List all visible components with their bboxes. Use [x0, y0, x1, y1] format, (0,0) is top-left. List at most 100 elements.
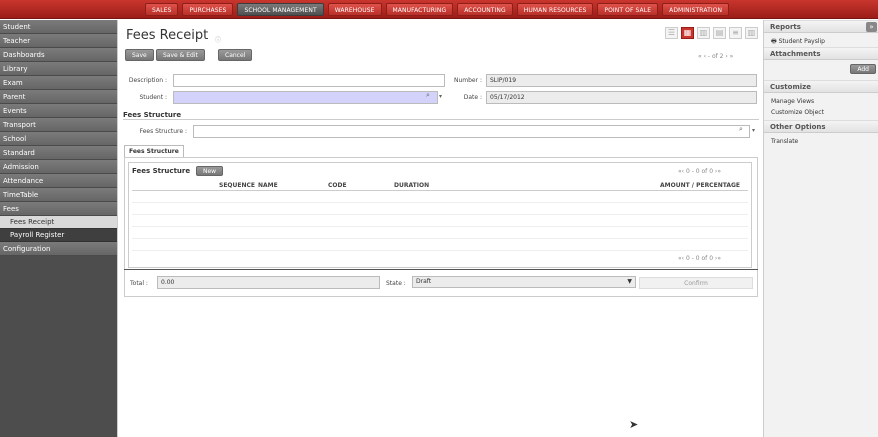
menu-human-resources[interactable]: HUMAN RESOURCES	[516, 3, 594, 16]
customize-object-link[interactable]: Customize Object	[764, 107, 878, 118]
sidebar-item-events[interactable]: Events	[0, 104, 117, 118]
description-input[interactable]	[173, 74, 445, 87]
column-amount-percentage[interactable]: AMOUNT / PERCENTAGE	[660, 182, 740, 189]
report-student-payslip-label: Student Payslip	[778, 38, 825, 45]
section-divider	[123, 119, 759, 120]
sidebar-item-student[interactable]: Student	[0, 20, 117, 34]
sidebar-item-timetable[interactable]: TimeTable	[0, 188, 117, 202]
student-label: Student :	[139, 94, 167, 101]
section-fees-structure: Fees Structure	[123, 111, 182, 119]
other-options-header: Other Options	[764, 120, 878, 133]
collapse-sidebar-icon[interactable]: »	[866, 22, 877, 32]
fees-grid	[128, 162, 752, 268]
sidebar-item-library[interactable]: Library	[0, 62, 117, 76]
reports-header: Reports	[764, 20, 878, 33]
attachments-body: Add	[764, 60, 878, 80]
sidebar-item-fees[interactable]: Fees	[0, 202, 117, 216]
student-search-icon[interactable]: ⌕	[426, 91, 430, 100]
column-code[interactable]: CODE	[328, 182, 347, 189]
title-info-icon[interactable]: ⓘ	[215, 35, 221, 44]
graph-view-icon[interactable]: ▥	[697, 27, 710, 39]
right-sidebar: » Reports 🖶 Student Payslip Attachments …	[763, 20, 878, 437]
form-view-icon[interactable]: ▦	[681, 27, 694, 39]
grid-pager-count: 0 - 0 of 0	[685, 168, 714, 175]
grid-row-line	[132, 214, 748, 215]
top-menu-bar: SALES PURCHASES SCHOOL MANAGEMENT WAREHO…	[0, 0, 878, 19]
new-line-button[interactable]: New	[196, 166, 224, 176]
sidebar-item-fees-receipt[interactable]: Fees Receipt	[0, 216, 117, 229]
list-view-icon[interactable]: ☰	[665, 27, 678, 39]
grid-row-line	[132, 250, 748, 251]
grid-title: Fees Structure	[132, 167, 191, 175]
record-pager[interactable]: « ‹ - of 2 › »	[698, 53, 733, 60]
grid-pager-bottom[interactable]: «‹ 0 - 0 of 0 ›»	[678, 255, 721, 262]
view-switcher: ☰ ▦ ▥ ▤ ≡ ▥	[665, 27, 758, 39]
printer-icon: 🖶	[771, 38, 777, 45]
column-sequence[interactable]: SEQUENCE	[219, 182, 255, 189]
top-menu: SALES PURCHASES SCHOOL MANAGEMENT WAREHO…	[145, 3, 730, 16]
report-student-payslip[interactable]: 🖶 Student Payslip	[764, 36, 878, 47]
mouse-cursor-icon: ➤	[629, 418, 639, 431]
kanban-view-icon[interactable]: ▥	[745, 27, 758, 39]
fees-structure-label: Fees Structure :	[139, 128, 187, 135]
sidebar-item-parent[interactable]: Parent	[0, 90, 117, 104]
total-field[interactable]: 0.00	[157, 276, 380, 289]
grid-header-divider	[132, 190, 748, 191]
sidebar: Student Teacher Dashboards Library Exam …	[0, 20, 117, 437]
total-label: Total :	[130, 280, 148, 287]
manage-views-link[interactable]: Manage Views	[764, 96, 878, 107]
confirm-button[interactable]: Confirm	[639, 277, 753, 289]
attachments-header: Attachments	[764, 47, 878, 60]
translate-link[interactable]: Translate	[764, 136, 878, 147]
gantt-view-icon[interactable]: ≡	[729, 27, 742, 39]
description-label: Description :	[128, 77, 167, 84]
grid-pager-bottom-count: 0 - 0 of 0	[685, 255, 714, 262]
grid-row-line	[132, 238, 748, 239]
student-input[interactable]	[173, 91, 438, 104]
state-label: State :	[386, 280, 406, 287]
state-dropdown-icon[interactable]: ▼	[627, 277, 632, 287]
menu-warehouse[interactable]: WAREHOUSE	[327, 3, 382, 16]
calendar-view-icon[interactable]: ▤	[713, 27, 726, 39]
sidebar-item-admission[interactable]: Admission	[0, 160, 117, 174]
menu-administration[interactable]: ADMINISTRATION	[662, 3, 730, 16]
number-field[interactable]: SLIP/019	[486, 74, 757, 87]
menu-purchases[interactable]: PURCHASES	[182, 3, 234, 16]
date-field[interactable]: 05/17/2012	[486, 91, 757, 104]
sidebar-item-exam[interactable]: Exam	[0, 76, 117, 90]
page-title: Fees Receipt	[126, 28, 209, 43]
sidebar-item-payroll-register[interactable]: Payroll Register	[0, 229, 117, 242]
sidebar-item-teacher[interactable]: Teacher	[0, 34, 117, 48]
add-attachment-button[interactable]: Add	[850, 64, 876, 74]
footer-divider	[124, 269, 758, 270]
sidebar-item-configuration[interactable]: Configuration	[0, 242, 117, 256]
state-value: Draft	[416, 278, 432, 285]
grid-pager[interactable]: «‹ 0 - 0 of 0 ›»	[678, 168, 721, 175]
menu-school-management[interactable]: SCHOOL MANAGEMENT	[237, 3, 324, 16]
sidebar-item-school[interactable]: School	[0, 132, 117, 146]
number-label: Number :	[453, 77, 482, 84]
customize-header: Customize	[764, 80, 878, 93]
student-dropdown-icon[interactable]: ▾	[439, 93, 442, 100]
menu-sales[interactable]: SALES	[145, 3, 179, 16]
menu-manufacturing[interactable]: MANUFACTURING	[385, 3, 454, 16]
state-select[interactable]: Draft ▼	[412, 276, 636, 288]
fees-structure-dropdown-icon[interactable]: ▾	[752, 127, 755, 134]
fees-structure-search-icon[interactable]: ⌕	[739, 125, 743, 134]
sidebar-item-dashboards[interactable]: Dashboards	[0, 48, 117, 62]
cancel-button[interactable]: Cancel	[218, 49, 253, 61]
fees-structure-input[interactable]	[193, 125, 750, 138]
sidebar-item-standard[interactable]: Standard	[0, 146, 117, 160]
column-duration[interactable]: DURATION	[394, 182, 429, 189]
column-name[interactable]: NAME	[258, 182, 278, 189]
save-button[interactable]: Save	[125, 49, 154, 61]
menu-accounting[interactable]: ACCOUNTING	[457, 3, 513, 16]
menu-point-of-sale[interactable]: POINT OF SALE	[597, 3, 659, 16]
save-edit-button[interactable]: Save & Edit	[156, 49, 205, 61]
main-content: Fees Receipt ⓘ Save Save & Edit Cancel ☰…	[117, 20, 763, 437]
date-label: Date :	[463, 94, 482, 101]
sidebar-item-attendance[interactable]: Attendance	[0, 174, 117, 188]
grid-row-line	[132, 202, 748, 203]
grid-row-line	[132, 226, 748, 227]
sidebar-item-transport[interactable]: Transport	[0, 118, 117, 132]
